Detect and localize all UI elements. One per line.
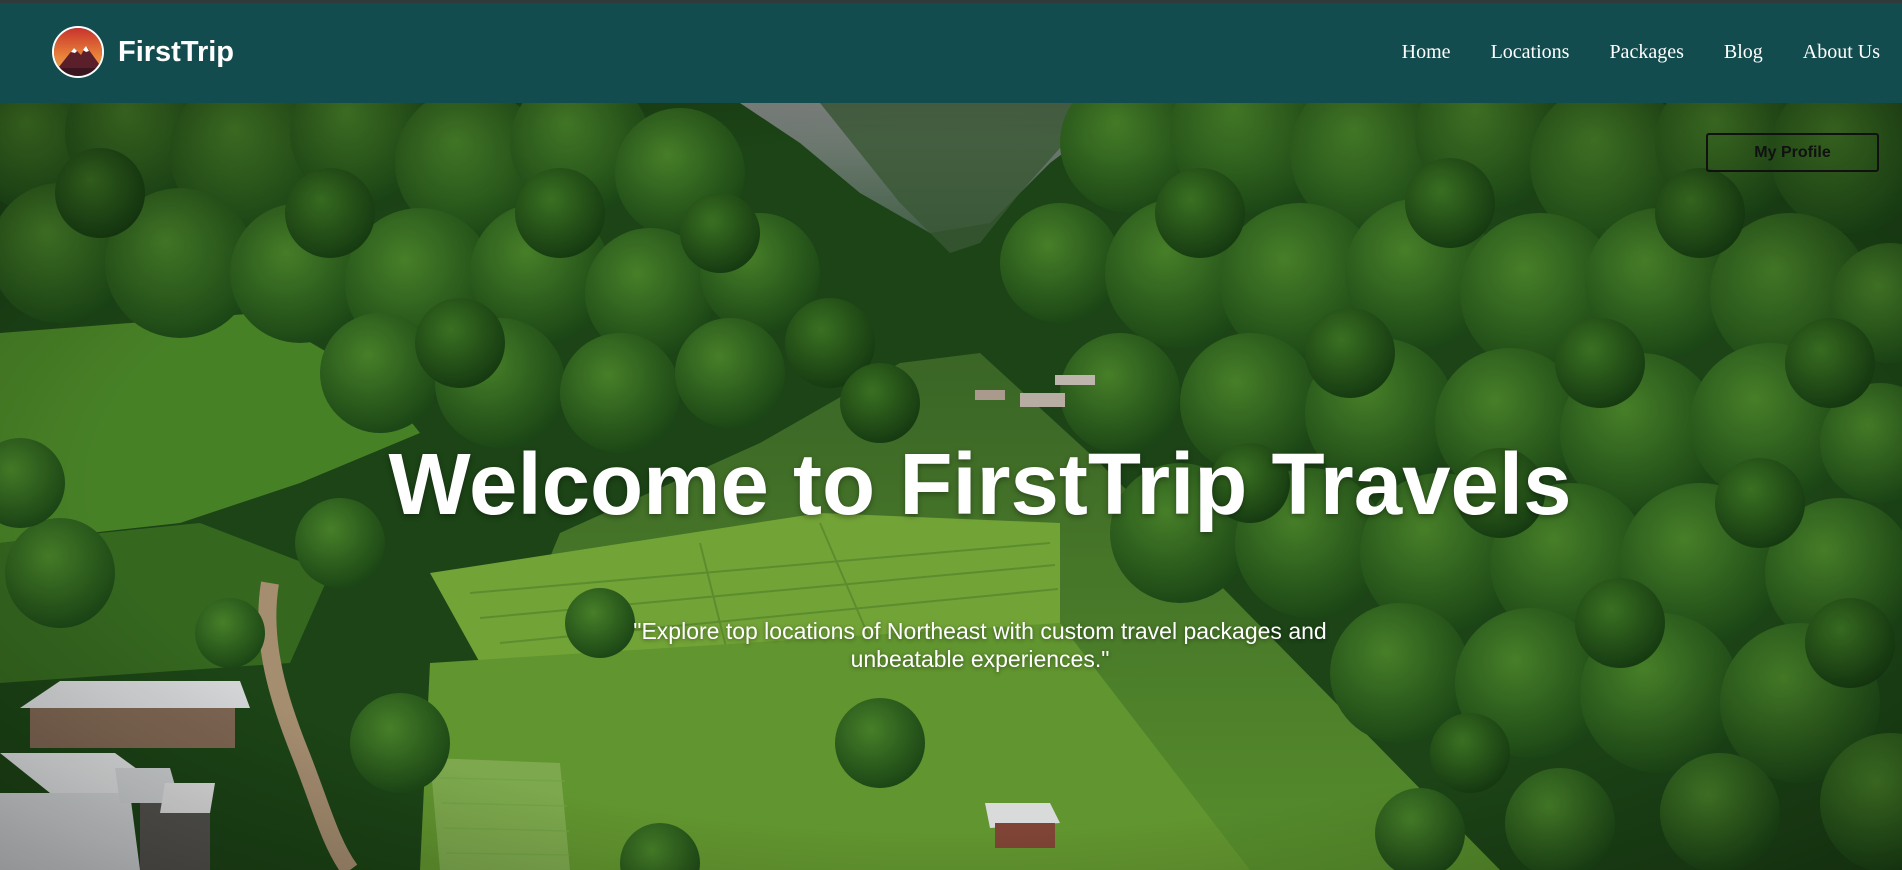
nav-link-packages[interactable]: Packages (1609, 41, 1683, 64)
nav-link-blog[interactable]: Blog (1724, 41, 1763, 64)
brand[interactable]: FirstTrip (52, 25, 234, 79)
hero-title: Welcome to FirstTrip Travels (388, 436, 1572, 533)
nav-link-home[interactable]: Home (1402, 41, 1451, 64)
my-profile-button[interactable]: My Profile (1706, 133, 1879, 172)
mountain-logo-icon (52, 26, 104, 78)
nav-menu: Home Locations Packages Blog About Us (1402, 41, 1880, 64)
brand-name: FirstTrip (118, 35, 235, 68)
hero-subtitle: "Explore top locations of Northeast with… (633, 618, 1327, 672)
navbar: FirstTrip Home Locations Packages Blog A… (0, 3, 1902, 103)
nav-link-locations[interactable]: Locations (1491, 41, 1570, 64)
nav-link-about-us[interactable]: About Us (1803, 41, 1880, 64)
